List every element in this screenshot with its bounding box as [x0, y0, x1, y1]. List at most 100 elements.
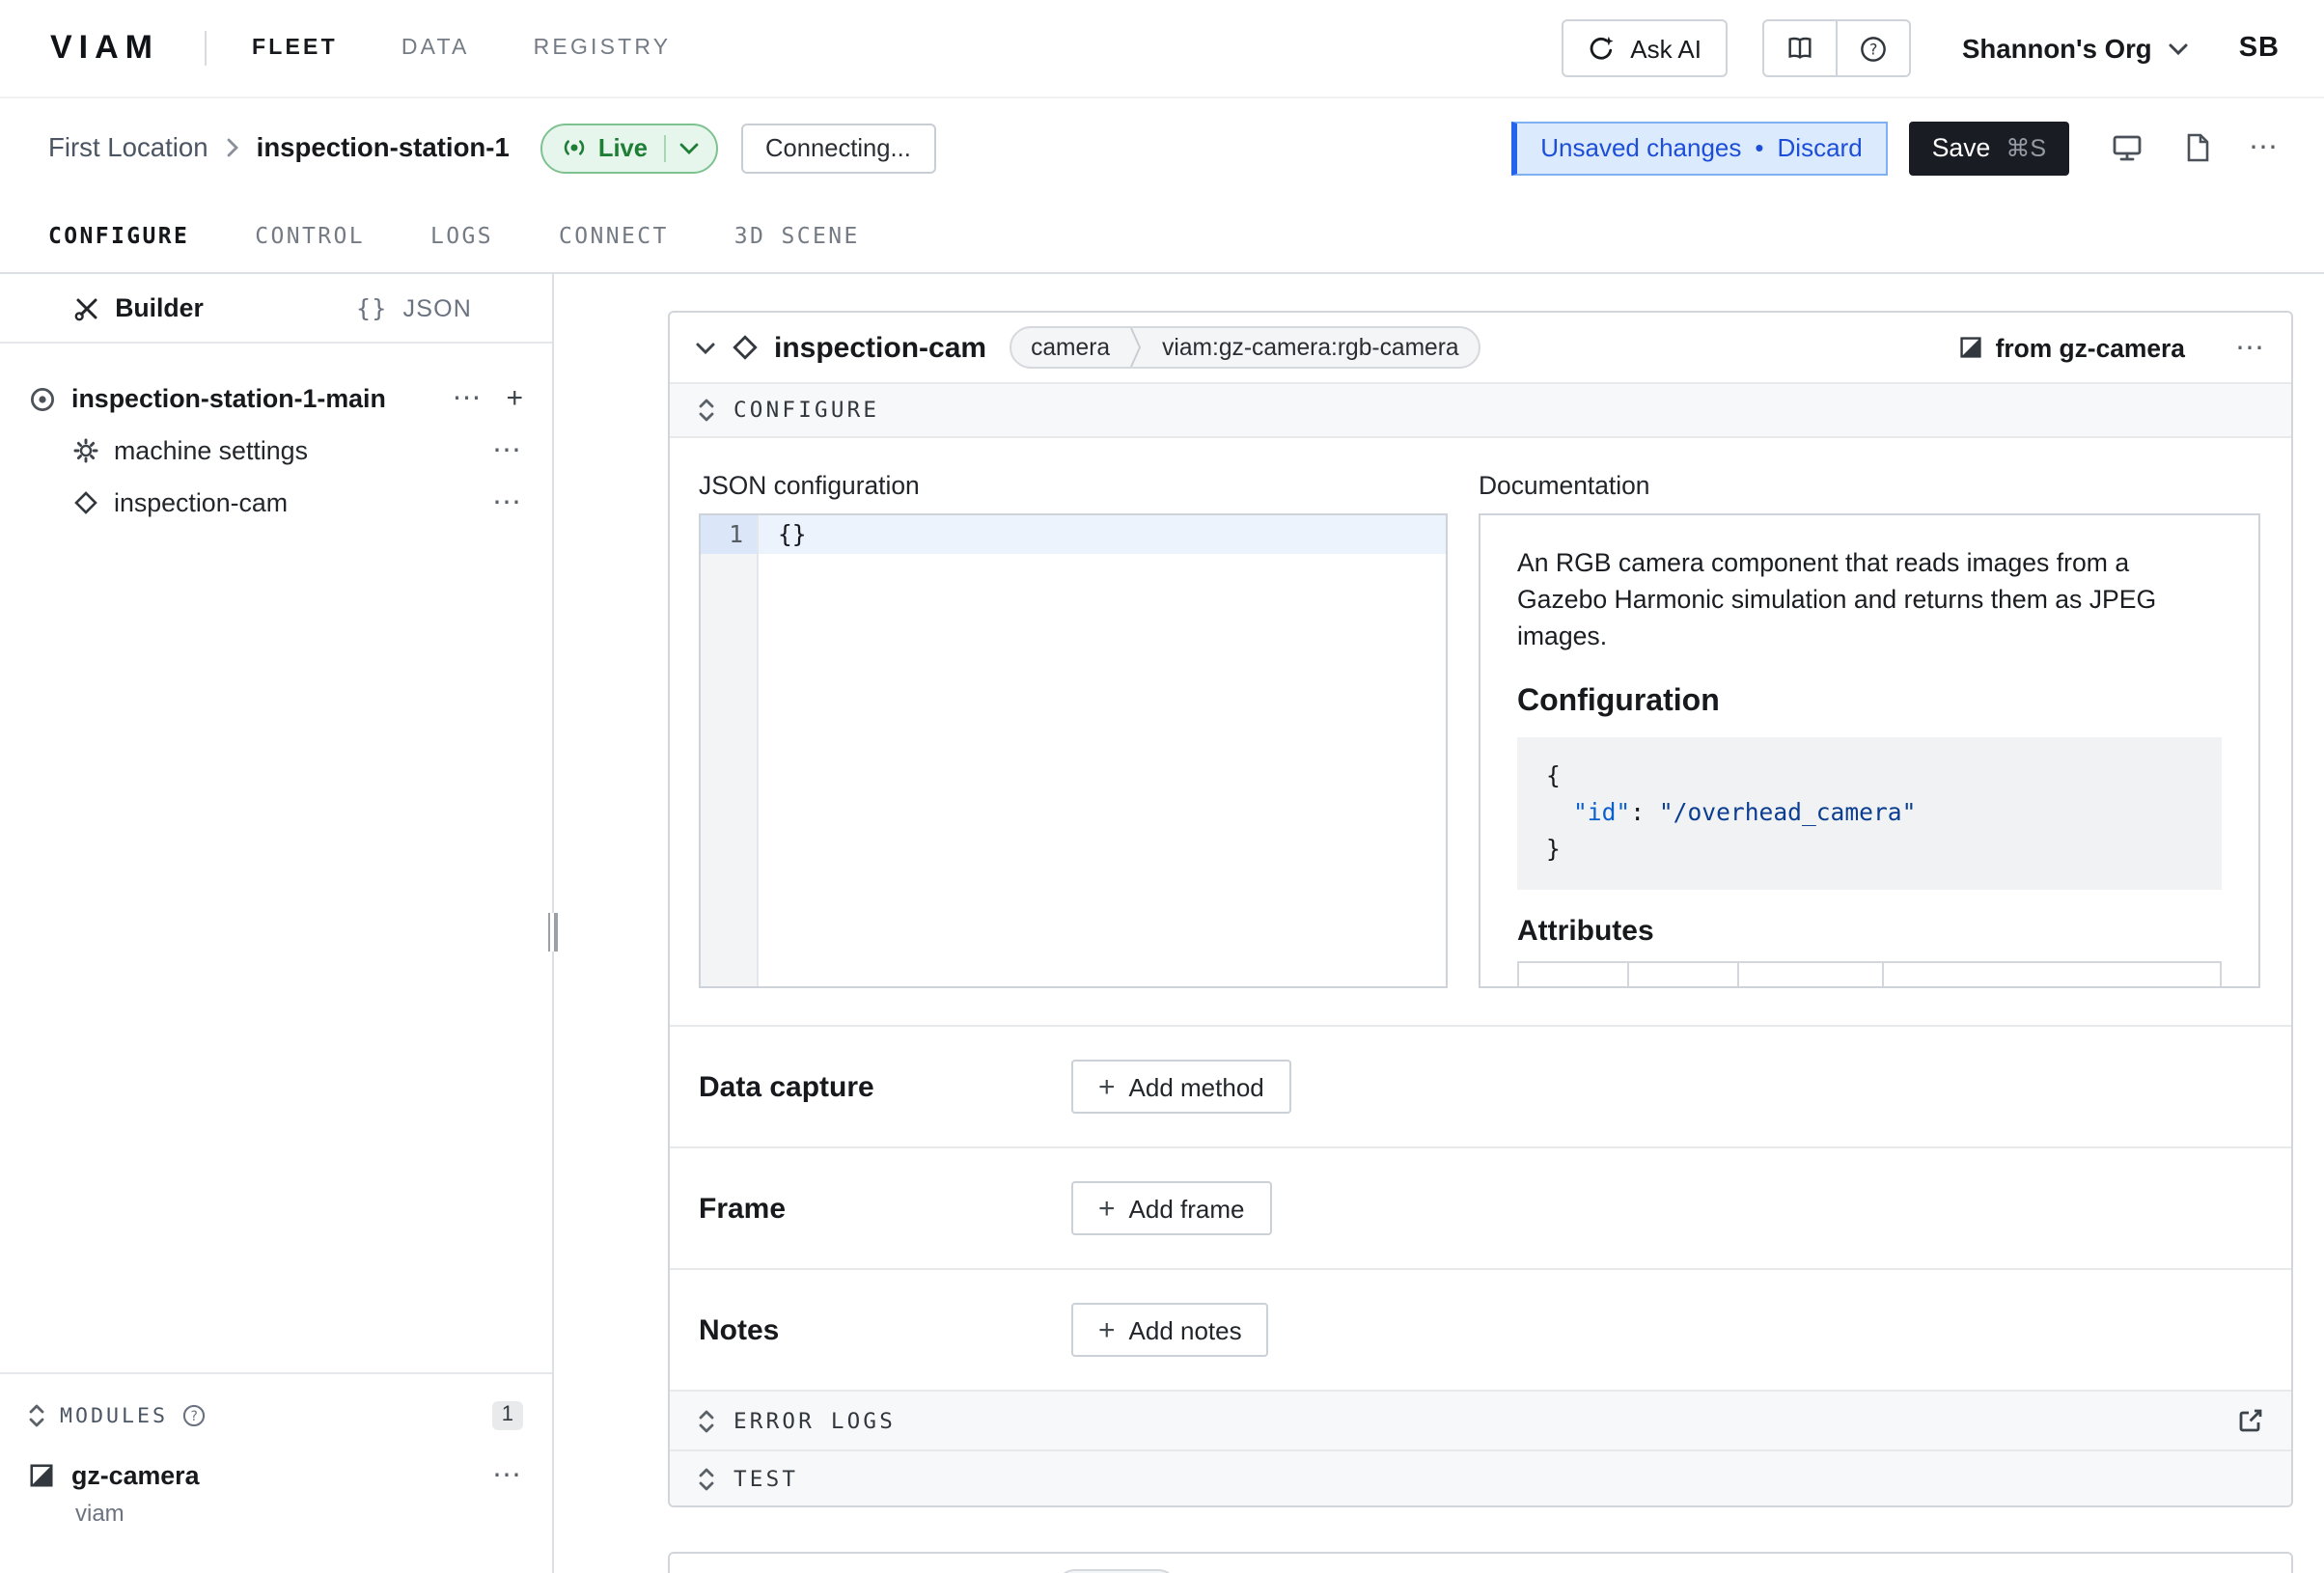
from-module-link[interactable]: from gz-camera — [1959, 333, 2185, 362]
component-tree: inspection-station-1-main ⋯ + machine se… — [0, 373, 552, 529]
module-card-header: gz-camera by viam module Registry — [670, 1554, 2291, 1573]
add-component-button[interactable]: + — [506, 384, 523, 413]
editor-code-line: {} — [759, 515, 1446, 554]
open-error-logs-button[interactable] — [2237, 1407, 2264, 1434]
tab-3d-scene[interactable]: 3D SCENE — [734, 221, 860, 248]
main-part-menu-button[interactable]: ⋯ — [452, 384, 483, 413]
doc-code-line: "id": "/overhead_camera" — [1546, 795, 2193, 832]
help-button[interactable]: ? — [1835, 21, 1908, 75]
add-frame-label: Add frame — [1129, 1194, 1245, 1223]
builder-mode-toggle[interactable]: Builder — [0, 274, 276, 342]
builder-label: Builder — [115, 293, 204, 322]
module-menu-button[interactable]: ⋯ — [492, 1460, 523, 1489]
nav-registry[interactable]: REGISTRY — [534, 37, 672, 60]
user-avatar[interactable]: SB — [2239, 33, 2280, 64]
card-menu-button[interactable]: ⋯ — [2235, 333, 2266, 362]
file-icon — [2185, 133, 2210, 162]
machine-settings-menu-button[interactable]: ⋯ — [492, 436, 523, 465]
org-switcher[interactable]: Shannon's Org — [1962, 34, 2189, 63]
modules-section: MODULES ? 1 gz-camera ⋯ viam — [0, 1372, 552, 1573]
machine-bar: First Location inspection-station-1 Live… — [0, 98, 2324, 197]
doc-code-colon: : — [1630, 799, 1659, 826]
unfold-icon[interactable] — [27, 1402, 46, 1427]
configure-section-body: JSON configuration 1 {} Documentation — [670, 438, 2291, 1025]
tab-configure[interactable]: CONFIGURE — [48, 221, 189, 248]
pill-divider-icon — [1129, 326, 1143, 369]
add-method-button[interactable]: + Add method — [1071, 1060, 1291, 1114]
data-capture-label: Data capture — [699, 1070, 1071, 1103]
modules-title: MODULES — [60, 1402, 168, 1427]
modules-help-icon[interactable]: ? — [181, 1402, 207, 1427]
component-card-header: inspection-cam camera viam:gz-camera:rgb… — [670, 313, 2291, 382]
modules-header: MODULES ? 1 — [0, 1390, 552, 1440]
json-config-label: JSON configuration — [699, 471, 1448, 500]
tree-item-inspection-cam[interactable]: inspection-cam ⋯ — [0, 477, 552, 529]
editor-code-area[interactable]: {} — [759, 515, 1446, 986]
docs-button[interactable] — [1763, 21, 1835, 75]
module-icon — [29, 1462, 54, 1487]
save-shortcut: ⌘S — [2006, 133, 2046, 162]
live-status-dropdown[interactable]: Live — [540, 123, 717, 173]
breadcrumb-location[interactable]: First Location — [48, 133, 208, 162]
logo-divider — [204, 31, 206, 66]
tab-logs[interactable]: LOGS — [430, 221, 493, 248]
module-actions: ⋯ — [492, 1460, 523, 1489]
tab-connect[interactable]: CONNECT — [559, 221, 669, 248]
unfold-icon — [697, 1466, 716, 1491]
test-section-bar[interactable]: TEST — [670, 1449, 2291, 1505]
dot-separator: • — [1755, 133, 1763, 162]
help-icon-group: ? — [1761, 19, 1910, 77]
unsaved-changes-banner: Unsaved changes • Discard — [1511, 121, 1887, 175]
error-logs-label: ERROR LOGS — [733, 1408, 896, 1433]
configure-section-bar[interactable]: CONFIGURE — [670, 382, 2291, 438]
gz-camera-module-card: gz-camera by viam module Registry — [668, 1552, 2293, 1573]
add-frame-button[interactable]: + Add frame — [1071, 1181, 1272, 1235]
module-type-pill: module — [1056, 1569, 1176, 1573]
nav-data[interactable]: DATA — [401, 37, 470, 60]
ask-ai-icon — [1586, 34, 1615, 63]
machine-menu-button[interactable]: ⋯ — [2249, 133, 2280, 162]
sidebar-resize-handle[interactable] — [544, 913, 560, 952]
json-config-column: JSON configuration 1 {} — [699, 471, 1448, 988]
viam-logo[interactable]: VIAM — [50, 29, 159, 68]
builder-json-toggle: Builder {} JSON — [0, 274, 552, 344]
documentation-panel[interactable]: An RGB camera component that reads image… — [1479, 513, 2260, 988]
save-button[interactable]: Save ⌘S — [1909, 121, 2069, 175]
main-part-name: inspection-station-1-main — [71, 384, 386, 413]
inspection-cam-menu-button[interactable]: ⋯ — [492, 488, 523, 517]
live-status-label: Live — [598, 133, 648, 162]
tree-item-actions: ⋯ — [492, 488, 523, 517]
doc-code-close: } — [1546, 832, 2193, 869]
error-logs-section-bar[interactable]: ERROR LOGS — [670, 1390, 2291, 1449]
tab-control[interactable]: CONTROL — [255, 221, 365, 248]
machine-monitor-button[interactable] — [2112, 133, 2143, 162]
discard-button[interactable]: Discard — [1778, 133, 1863, 162]
module-list-item[interactable]: gz-camera ⋯ — [0, 1451, 552, 1498]
json-config-editor[interactable]: 1 {} — [699, 513, 1448, 988]
doc-code-key: "id" — [1573, 799, 1630, 826]
component-name: inspection-cam — [774, 331, 986, 364]
add-notes-label: Add notes — [1129, 1315, 1242, 1344]
nav-fleet[interactable]: FLEET — [252, 37, 338, 60]
add-notes-button[interactable]: + Add notes — [1071, 1303, 1269, 1357]
plus-icon: + — [1098, 1315, 1116, 1344]
notes-row: Notes + Add notes — [670, 1268, 2291, 1390]
svg-text:?: ? — [190, 1408, 198, 1423]
ask-ai-button[interactable]: Ask AI — [1561, 19, 1727, 77]
modules-count-badge: 1 — [492, 1400, 523, 1429]
tree-item-main-part[interactable]: inspection-station-1-main ⋯ + — [0, 373, 552, 425]
test-label: TEST — [733, 1466, 798, 1491]
frame-row: Frame + Add frame — [670, 1146, 2291, 1268]
frame-label: Frame — [699, 1192, 1071, 1225]
collapse-chevron-icon[interactable] — [695, 341, 716, 354]
doc-description: An RGB camera component that reads image… — [1517, 544, 2222, 654]
machine-logs-file-button[interactable] — [2185, 133, 2210, 162]
json-mode-toggle[interactable]: {} JSON — [276, 274, 552, 342]
unsaved-changes-label: Unsaved changes — [1540, 133, 1741, 162]
org-name: Shannon's Org — [1962, 34, 2152, 63]
tree-item-machine-settings[interactable]: machine settings ⋯ — [0, 425, 552, 477]
live-icon — [562, 135, 587, 160]
doc-configuration-heading: Configuration — [1517, 685, 2222, 720]
connecting-button[interactable]: Connecting... — [740, 123, 936, 173]
doc-code-open: { — [1546, 759, 2193, 795]
